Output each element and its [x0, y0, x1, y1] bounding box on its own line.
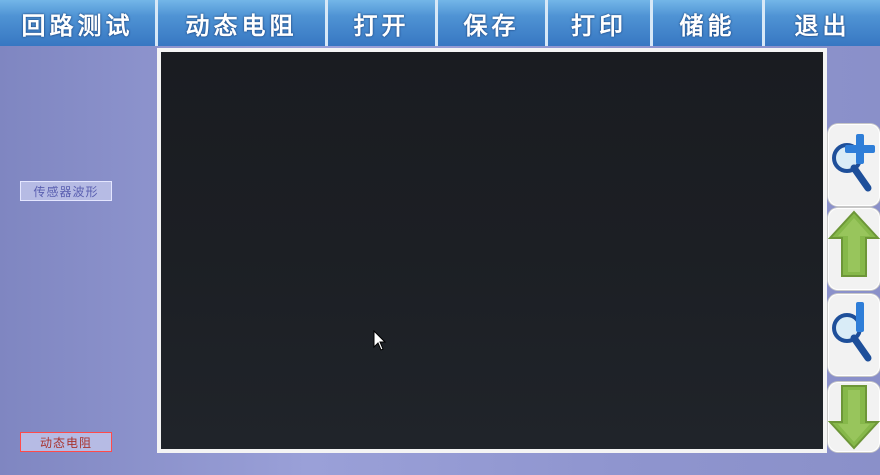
- top-menu-bar: 回路测试 动态电阻 打开 保存 打印 储能 退出: [0, 0, 880, 46]
- menu-print-button[interactable]: 打印: [548, 0, 653, 46]
- menu-exit-button[interactable]: 退出: [765, 0, 880, 46]
- zoom-out-icon: [832, 302, 872, 362]
- zoom-in-icon: [832, 134, 875, 192]
- sensor-waveform-button[interactable]: 传感器波形: [20, 181, 112, 201]
- waveform-display-frame: [157, 48, 827, 453]
- menu-open-button[interactable]: 打开: [328, 0, 438, 46]
- mouse-pointer-icon: [373, 330, 387, 351]
- arrow-up-icon: [828, 210, 880, 277]
- menu-save-button[interactable]: 保存: [438, 0, 548, 46]
- menu-dynamic-resistance-button[interactable]: 动态电阻: [158, 0, 328, 46]
- arrow-down-icon: [828, 385, 880, 450]
- menu-energy-storage-button[interactable]: 储能: [653, 0, 765, 46]
- scroll-down-button[interactable]: [828, 382, 880, 452]
- dynamic-resistance-button[interactable]: 动态电阻: [20, 432, 112, 452]
- scroll-up-button[interactable]: [828, 208, 880, 290]
- menu-loop-test-button[interactable]: 回路测试: [0, 0, 158, 46]
- zoom-in-button[interactable]: [828, 124, 880, 206]
- zoom-out-button[interactable]: [828, 294, 880, 376]
- waveform-display[interactable]: [161, 52, 823, 449]
